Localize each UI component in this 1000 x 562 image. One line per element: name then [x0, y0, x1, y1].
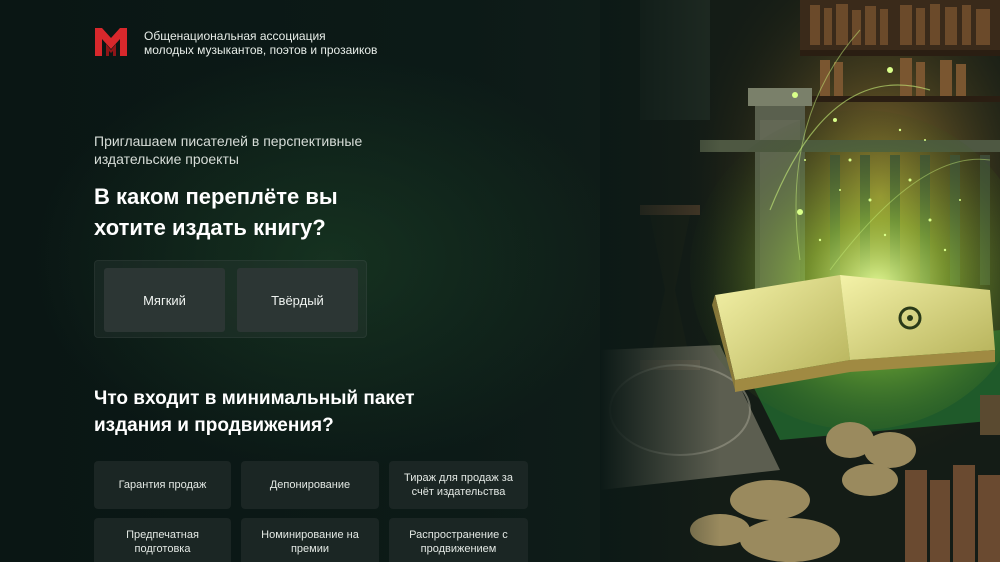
org-name-line-1: Общенациональная ассоциация	[144, 29, 326, 43]
mm-logo-icon[interactable]	[93, 24, 129, 60]
package-item-label-line-1: Тираж для продаж за	[404, 472, 513, 484]
package-item-distribution: Распространение с продвижением	[389, 518, 528, 562]
package-item-sales-guarantee: Гарантия продаж	[94, 461, 231, 509]
package-item-prepress: Предпечатная подготовка	[94, 518, 231, 562]
package-item-label-line-2: подготовка	[134, 543, 191, 555]
hard-cover-button[interactable]: Твёрдый	[237, 268, 358, 332]
package-heading-line-1: Что входит в минимальный пакет	[94, 388, 415, 409]
organization-name[interactable]: Общенациональная ассоциация молодых музы…	[144, 29, 377, 57]
hero-subtitle-line-1: Приглашаем писателей в перспективные	[94, 133, 363, 149]
package-item-award-nomination: Номинирование на премии	[241, 518, 379, 562]
org-name-line-2: молодых музыкантов, поэтов и прозаиков	[144, 43, 378, 57]
package-item-label-line-1: Предпечатная	[126, 529, 199, 541]
package-item-label: Гарантия продаж	[118, 479, 207, 491]
package-item-label-line-2: счёт издательства	[411, 486, 506, 498]
binding-selector: Мягкий Твёрдый	[94, 260, 367, 338]
package-item-print-run: Тираж для продаж за счёт издательства	[389, 461, 528, 509]
soft-cover-button[interactable]: Мягкий	[104, 268, 225, 332]
binding-question-line-2: хотите издать книгу?	[94, 215, 326, 240]
package-heading: Что входит в минимальный пакет издания и…	[94, 385, 474, 439]
scene-fade-overlay	[600, 0, 720, 562]
package-item-label: Депонирование	[269, 479, 351, 491]
package-item-label-line-2: премии	[290, 543, 330, 555]
package-item-label-line-2: продвижением	[420, 543, 497, 555]
binding-question-heading: В каком переплёте вы хотите издать книгу…	[94, 181, 414, 243]
binding-question-line-1: В каком переплёте вы	[94, 184, 338, 209]
package-item-label-line-1: Распространение с	[409, 529, 508, 541]
package-item-deposit: Депонирование	[241, 461, 379, 509]
hero-subtitle: Приглашаем писателей в перспективные изд…	[94, 132, 424, 168]
package-item-label-line-1: Номинирование на	[261, 529, 359, 541]
package-heading-line-2: издания и продвижения?	[94, 415, 334, 436]
hero-subtitle-line-2: издательские проекты	[94, 151, 239, 167]
